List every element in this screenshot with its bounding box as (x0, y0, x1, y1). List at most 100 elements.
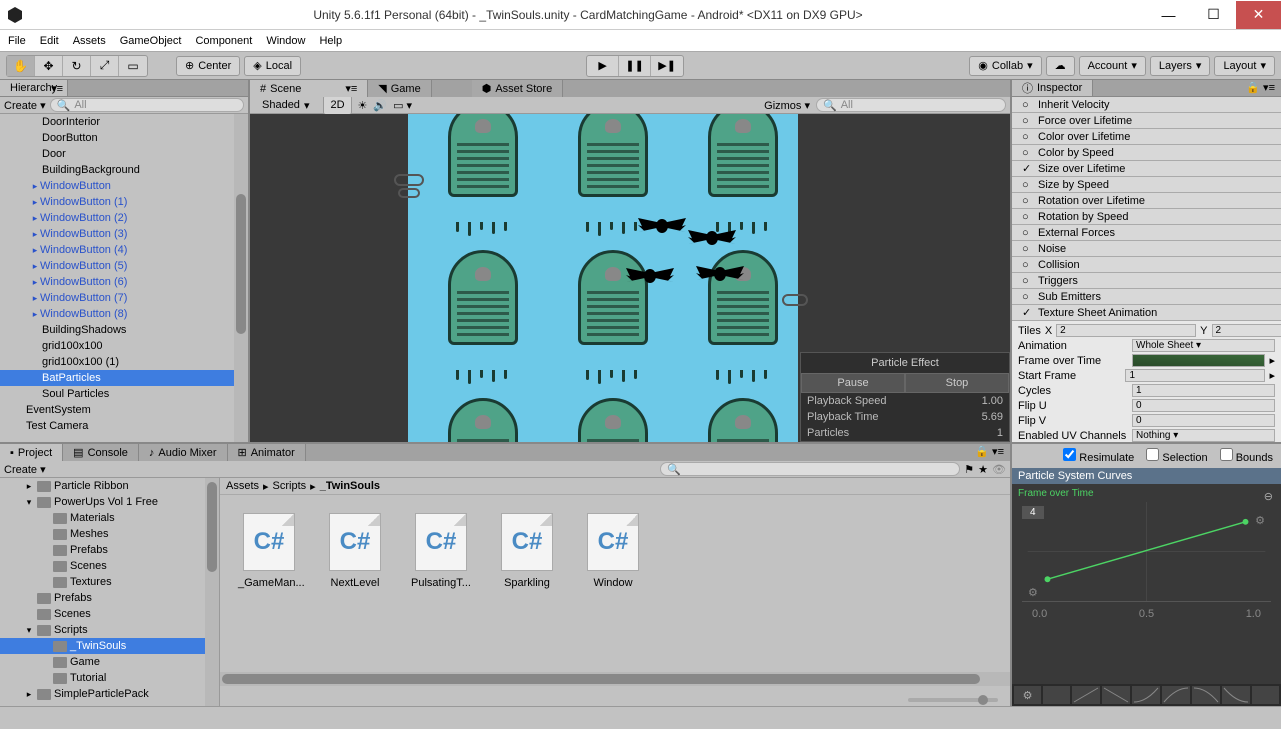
rotate-tool-button[interactable]: ↻ (63, 56, 91, 76)
project-tree-item[interactable]: Prefabs (0, 590, 219, 606)
inspector-tab[interactable]: ⓘ Inspector (1012, 80, 1093, 96)
menu-edit[interactable]: Edit (40, 35, 59, 47)
menu-window[interactable]: Window (266, 35, 305, 47)
step-button[interactable]: ▶❚ (651, 56, 683, 76)
particle-stop-button[interactable]: Stop (905, 373, 1009, 393)
scene-tab[interactable]: # Scene▾≡ (250, 80, 368, 97)
breadcrumb-item[interactable]: _TwinSouls (320, 480, 380, 492)
menu-file[interactable]: File (8, 35, 26, 47)
project-tree-item[interactable]: Scenes (0, 606, 219, 622)
file-item[interactable]: C#Sparkling (496, 513, 558, 589)
project-tree-item[interactable]: ▾PowerUps Vol 1 Free (0, 494, 219, 510)
inspector-module[interactable]: ○External Forces (1012, 225, 1281, 241)
layout-button[interactable]: Layout ▾ (1214, 56, 1275, 76)
console-tab[interactable]: ▤ Console (63, 444, 139, 461)
file-item[interactable]: C#PulsatingT... (410, 513, 472, 589)
hierarchy-item[interactable]: EventSystem (0, 402, 248, 418)
scene-view[interactable]: Particle Effect Pause Stop Playback Spee… (250, 114, 1010, 442)
project-tree-item[interactable]: Textures (0, 574, 219, 590)
scale-tool-button[interactable]: ⤢ (91, 56, 119, 76)
play-button[interactable]: ▶ (587, 56, 619, 76)
inspector-module[interactable]: ○Noise (1012, 241, 1281, 257)
project-search[interactable]: 🔍 (660, 462, 960, 476)
pivot-mode-button[interactable]: ⊕ Center (176, 56, 240, 76)
hierarchy-item[interactable]: ▸WindowButton (3) (0, 226, 248, 242)
cycles-input[interactable] (1132, 384, 1275, 397)
project-tree-item[interactable]: Game (0, 654, 219, 670)
preset-button[interactable] (1132, 686, 1160, 704)
inspector-module[interactable]: ○Inherit Velocity (1012, 97, 1281, 113)
hierarchy-item[interactable]: grid100x100 (0, 338, 248, 354)
preset-button[interactable] (1252, 686, 1279, 704)
menu-component[interactable]: Component (195, 35, 252, 47)
inspector-module[interactable]: ○Force over Lifetime (1012, 113, 1281, 129)
account-button[interactable]: Account ▾ (1079, 56, 1146, 76)
bounds-checkbox[interactable]: Bounds (1220, 448, 1273, 464)
shaded-dropdown[interactable]: Shaded ▾ (254, 95, 317, 115)
hierarchy-item[interactable]: ▸WindowButton (0, 178, 248, 194)
project-tree-item[interactable]: ▸Particle Ribbon (0, 478, 219, 494)
2d-toggle[interactable]: 2D (323, 95, 351, 115)
tiles-x-input[interactable] (1056, 324, 1196, 337)
fx-icon[interactable]: ▭ ▾ (393, 99, 412, 112)
hierarchy-item[interactable]: DoorButton (0, 130, 248, 146)
hierarchy-item[interactable]: ▸WindowButton (2) (0, 210, 248, 226)
project-tab[interactable]: ▪ Project (0, 444, 63, 461)
hand-tool-button[interactable]: ✋ (7, 56, 35, 76)
hierarchy-item[interactable]: BuildingBackground (0, 162, 248, 178)
breadcrumb-item[interactable]: Assets (226, 480, 259, 492)
zoom-slider[interactable] (908, 698, 998, 702)
flipv-input[interactable] (1132, 414, 1275, 427)
file-item[interactable]: C#Window (582, 513, 644, 589)
project-tree-item[interactable]: Materials (0, 510, 219, 526)
project-tree-item[interactable]: ▾Scripts (0, 622, 219, 638)
hierarchy-item[interactable]: ▸WindowButton (7) (0, 290, 248, 306)
flipu-input[interactable] (1132, 399, 1275, 412)
selection-checkbox[interactable]: Selection (1146, 448, 1207, 464)
inspector-module[interactable]: ✓Texture Sheet Animation (1012, 305, 1281, 321)
asset-store-tab[interactable]: ⬢ Asset Store (472, 80, 563, 97)
project-create-button[interactable]: Create ▾ (4, 463, 46, 476)
rect-tool-button[interactable]: ▭ (119, 56, 147, 76)
hierarchy-create-button[interactable]: Create ▾ (4, 99, 46, 112)
start-frame-input[interactable] (1125, 369, 1265, 382)
project-tree-item[interactable]: Scenes (0, 558, 219, 574)
curve-gear-left-icon[interactable]: ⚙ (1028, 586, 1038, 599)
game-tab[interactable]: ◥ Game (368, 80, 431, 97)
curves-body[interactable]: Frame over Time ⊖ 4 ⚙ ⚙ 0.0 0.5 1.0 (1012, 484, 1281, 706)
preset-button[interactable] (1222, 686, 1250, 704)
minimize-button[interactable]: — (1146, 1, 1191, 29)
hierarchy-scrollbar[interactable] (234, 114, 248, 442)
project-tree-item[interactable]: ▸SimpleParticlePack (0, 686, 219, 702)
close-button[interactable]: ✕ (1236, 1, 1281, 29)
project-lock-icon[interactable]: 🔒 ▾≡ (969, 444, 1010, 461)
project-tree-scrollbar[interactable] (205, 478, 219, 706)
inspector-module[interactable]: ○Triggers (1012, 273, 1281, 289)
pause-button[interactable]: ❚❚ (619, 56, 651, 76)
inspector-module[interactable]: ○Sub Emitters (1012, 289, 1281, 305)
preset-button[interactable] (1043, 686, 1070, 704)
filter-icon[interactable]: ⚑ (964, 463, 974, 476)
move-tool-button[interactable]: ✥ (35, 56, 63, 76)
inspector-module[interactable]: ✓Size over Lifetime (1012, 161, 1281, 177)
resimulate-checkbox[interactable]: Resimulate (1063, 448, 1134, 464)
project-tree-item[interactable]: Prefabs (0, 542, 219, 558)
hierarchy-item[interactable]: ▸WindowButton (6) (0, 274, 248, 290)
hierarchy-search[interactable]: 🔍All (50, 98, 244, 112)
hierarchy-item[interactable]: ▸WindowButton (5) (0, 258, 248, 274)
maximize-button[interactable]: ☐ (1191, 1, 1236, 29)
inspector-module[interactable]: ○Color by Speed (1012, 145, 1281, 161)
particle-pause-button[interactable]: Pause (801, 373, 905, 393)
collab-button[interactable]: ◉ Collab ▾ (969, 56, 1041, 76)
favorite-icon[interactable]: ★ (978, 463, 988, 476)
animation-dropdown[interactable]: Whole Sheet ▾ (1132, 339, 1275, 352)
preset-button[interactable]: ⚙ (1014, 686, 1041, 704)
project-tree-item[interactable]: Meshes (0, 526, 219, 542)
project-tree-item[interactable]: _TwinSouls (0, 638, 219, 654)
layers-button[interactable]: Layers ▾ (1150, 56, 1211, 76)
inspector-module[interactable]: ○Size by Speed (1012, 177, 1281, 193)
hierarchy-tab[interactable]: Hierarchy▾≡ (0, 80, 68, 96)
pivot-rotation-button[interactable]: ◈ Local (244, 56, 301, 76)
animator-tab[interactable]: ⊞ Animator (228, 444, 306, 461)
frame-curve-field[interactable] (1132, 354, 1265, 367)
